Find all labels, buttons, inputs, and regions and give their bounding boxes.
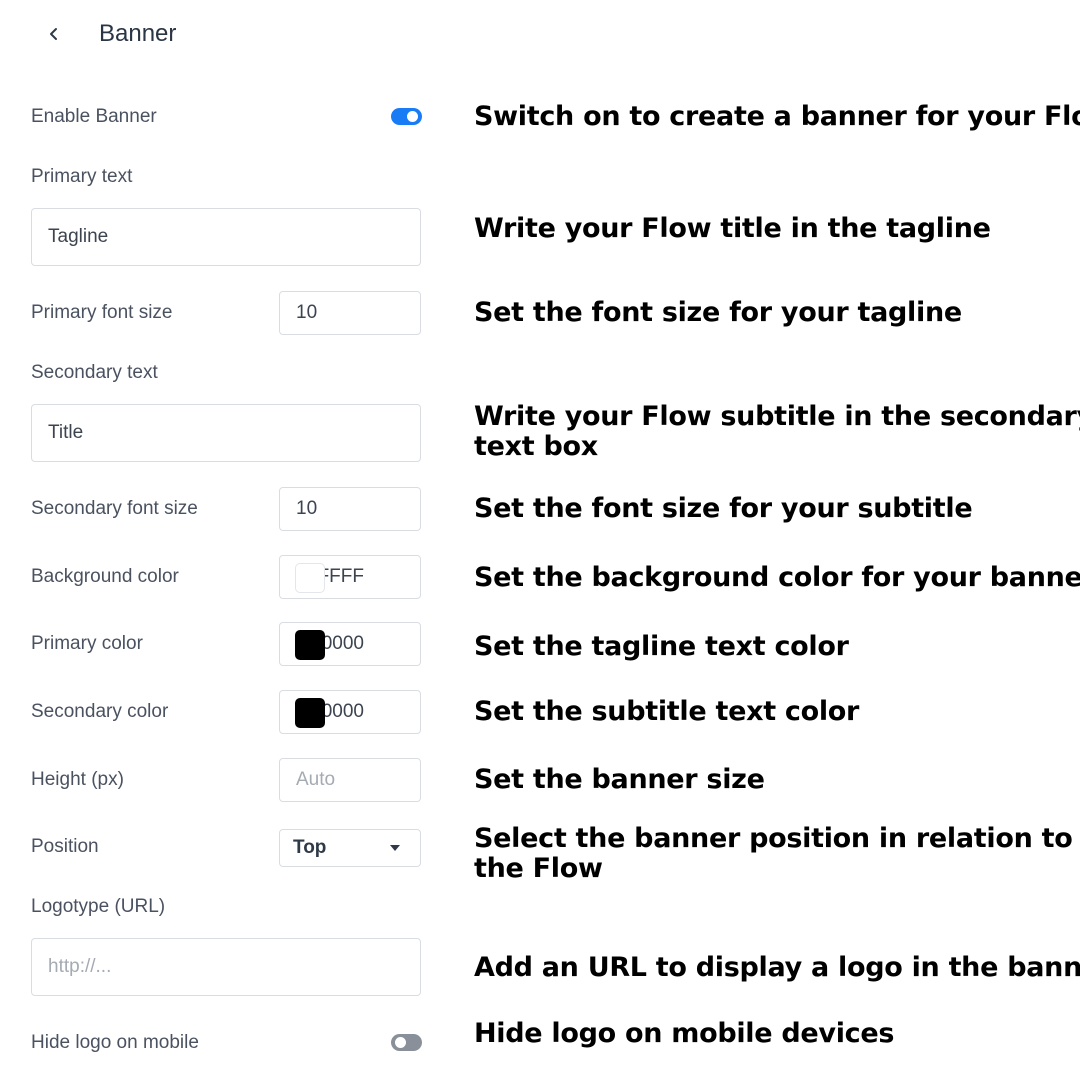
annotation-primary-font-size: Set the font size for your tagline xyxy=(474,297,962,328)
logotype-label: Logotype (URL) xyxy=(31,896,166,917)
position-label: Position xyxy=(31,836,99,857)
primary-color-input[interactable]: 0000 xyxy=(279,622,421,666)
primary-color-hex: 0000 xyxy=(321,633,364,654)
background-color-input[interactable]: FFFF xyxy=(279,555,421,599)
secondary-color-hex: 0000 xyxy=(321,701,364,722)
annotation-height: Set the banner size xyxy=(474,764,765,795)
toggle-knob xyxy=(407,111,418,122)
annotation-secondary-color: Set the subtitle text color xyxy=(474,696,860,727)
annotation-logotype: Add an URL to display a logo in the bann… xyxy=(474,952,1080,983)
primary-color-swatch[interactable] xyxy=(295,630,325,660)
height-label: Height (px) xyxy=(31,769,124,790)
primary-font-size-label: Primary font size xyxy=(31,302,173,323)
caret-down-icon xyxy=(390,845,400,851)
annotation-position-line2: the Flow xyxy=(474,853,603,884)
annotation-enable-banner: Switch on to create a banner for your Fl… xyxy=(474,101,1080,132)
annotation-secondary-text-line1: Write your Flow subtitle in the secondar… xyxy=(474,401,1080,432)
annotation-hide-logo-mobile: Hide logo on mobile devices xyxy=(474,1018,895,1049)
toggle-knob xyxy=(395,1037,406,1048)
secondary-text-label: Secondary text xyxy=(31,362,158,383)
annotation-secondary-text-line2: text box xyxy=(474,431,598,462)
chevron-left-icon xyxy=(50,28,57,40)
hide-logo-mobile-toggle[interactable] xyxy=(391,1034,422,1051)
annotation-background-color: Set the background color for your banner xyxy=(474,562,1080,593)
logotype-url-input[interactable]: http://... xyxy=(31,938,421,996)
background-color-label: Background color xyxy=(31,566,179,587)
annotation-secondary-font-size: Set the font size for your subtitle xyxy=(474,493,973,524)
primary-font-size-input[interactable]: 10 xyxy=(279,291,421,335)
primary-text-label: Primary text xyxy=(31,166,133,187)
secondary-font-size-input[interactable]: 10 xyxy=(279,487,421,531)
background-color-swatch[interactable] xyxy=(295,563,325,593)
enable-banner-toggle[interactable] xyxy=(391,108,422,125)
primary-text-input[interactable]: Tagline xyxy=(31,208,421,266)
annotation-primary-color: Set the tagline text color xyxy=(474,631,849,662)
enable-banner-label: Enable Banner xyxy=(31,106,157,127)
secondary-color-label: Secondary color xyxy=(31,701,169,722)
secondary-color-swatch[interactable] xyxy=(295,698,325,728)
primary-color-label: Primary color xyxy=(31,633,143,654)
back-button[interactable] xyxy=(40,20,68,48)
position-selected-value: Top xyxy=(293,837,327,858)
annotation-primary-text: Write your Flow title in the tagline xyxy=(474,213,991,244)
secondary-color-input[interactable]: 0000 xyxy=(279,690,421,734)
secondary-font-size-label: Secondary font size xyxy=(31,498,198,519)
secondary-text-input[interactable]: Title xyxy=(31,404,421,462)
height-input[interactable]: Auto xyxy=(279,758,421,802)
annotation-position-line1: Select the banner position in relation t… xyxy=(474,823,1073,854)
hide-logo-mobile-label: Hide logo on mobile xyxy=(31,1032,199,1053)
position-select[interactable]: Top xyxy=(279,829,421,867)
page-title: Banner xyxy=(99,20,177,47)
